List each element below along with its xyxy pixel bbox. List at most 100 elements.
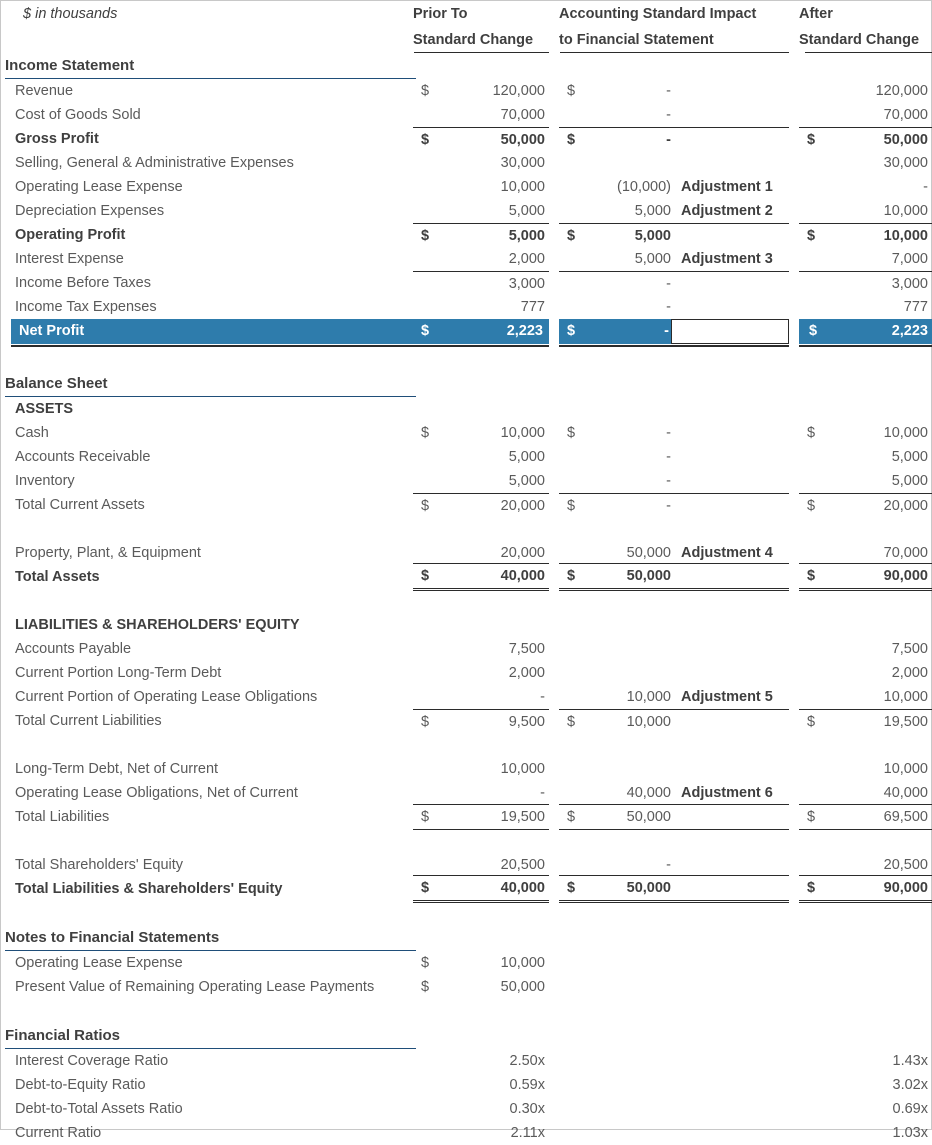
table-row-accounts-receivable: Accounts Receivable 5,000 - 5,000 (1, 445, 931, 469)
value-prior: 2,223 (419, 319, 543, 344)
value-prior: 50,000 (413, 128, 549, 152)
value-impact: - (559, 79, 671, 103)
section-notes: Notes to Financial Statements (1, 925, 931, 951)
value-prior: 10,000 (413, 757, 549, 781)
row-label: Total Current Assets (15, 497, 145, 513)
table-row-gross-profit: Gross Profit $50,000 $- $50,000 (1, 127, 931, 151)
table-row-note-present-value: Present Value of Remaining Operating Lea… (1, 975, 931, 999)
table-row-total-current-assets: Total Current Assets $20,000 $- $20,000 (1, 493, 931, 517)
value-prior: 0.30x (413, 1097, 549, 1121)
value-after: 90,000 (799, 564, 932, 588)
value-prior: 5,000 (413, 199, 549, 223)
value-after: 5,000 (799, 469, 932, 493)
table-row-sga: Selling, General & Administrative Expens… (1, 151, 931, 175)
spacer-before-equity (1, 829, 931, 853)
value-after: 7,500 (799, 637, 932, 661)
currency-symbol: $ (421, 568, 429, 584)
currency-symbol: $ (807, 568, 815, 584)
value-impact: 50,000 (559, 564, 671, 588)
value-after: 20,500 (799, 853, 932, 877)
value-prior: - (413, 781, 549, 805)
row-label: Property, Plant, & Equipment (15, 545, 201, 561)
currency-symbol: $ (567, 880, 575, 896)
currency-symbol: $ (421, 955, 429, 971)
row-label: Present Value of Remaining Operating Lea… (15, 979, 374, 995)
table-row-total-current-liabilities: Total Current Liabilities $9,500 $10,000… (1, 709, 931, 733)
value-impact: 50,000 (559, 541, 671, 565)
value-after: 30,000 (799, 151, 932, 175)
value-after: 70,000 (799, 541, 932, 565)
currency-symbol: $ (567, 498, 575, 514)
financial-statement-sheet: $ in thousands Prior To Accounting Stand… (0, 0, 932, 1130)
header-prior-line1: Prior To (413, 2, 549, 27)
value-after: 40,000 (799, 781, 932, 805)
row-label: Gross Profit (15, 131, 99, 147)
spacer-current-liabilities (1, 733, 931, 757)
currency-symbol: $ (567, 425, 575, 441)
value-prior: 10,000 (413, 951, 549, 975)
table-row-current-ratio: Current Ratio 2.11x 1.03x (1, 1121, 931, 1145)
value-prior: 20,000 (413, 541, 549, 565)
header-row-2: Standard Change to Financial Statement S… (1, 27, 931, 53)
value-impact: - (559, 128, 671, 152)
value-after: 7,000 (799, 247, 932, 271)
currency-symbol: $ (567, 132, 575, 148)
value-impact: - (559, 853, 671, 877)
value-prior: 2,000 (413, 661, 549, 685)
value-after: 1.03x (799, 1121, 932, 1145)
table-row-cash: Cash $10,000 $- $10,000 (1, 421, 931, 445)
value-prior: 3,000 (413, 272, 549, 296)
row-label: Operating Profit (15, 227, 125, 243)
value-after: 2,223 (807, 319, 928, 344)
table-row-operating-lease-obligations: Operating Lease Obligations, Net of Curr… (1, 781, 931, 805)
currency-symbol: $ (567, 83, 575, 99)
value-prior: 0.59x (413, 1073, 549, 1097)
value-impact: - (559, 272, 671, 296)
value-impact: - (559, 494, 671, 518)
value-after: 2,000 (799, 661, 932, 685)
section-balance-sheet: Balance Sheet (1, 371, 931, 397)
value-prior: 20,000 (413, 494, 549, 518)
currency-symbol: $ (807, 498, 815, 514)
value-impact: (10,000) (559, 175, 671, 199)
adjustment-label: Adjustment 4 (681, 545, 773, 561)
value-impact: - (567, 319, 669, 344)
row-label: Total Assets (15, 569, 100, 585)
value-after: 10,000 (799, 421, 932, 445)
value-impact: 5,000 (559, 199, 671, 223)
value-after: 10,000 (799, 685, 932, 709)
table-row-total-assets: Total Assets $40,000 $50,000 $90,000 (1, 565, 931, 589)
spacer-assets (1, 517, 931, 541)
value-after: 120,000 (799, 79, 932, 103)
value-prior: 2.11x (413, 1121, 549, 1145)
value-prior: 40,000 (413, 564, 549, 588)
value-after: 1.43x (799, 1049, 932, 1073)
row-label: Current Portion Long-Term Debt (15, 665, 221, 681)
value-prior: 70,000 (413, 103, 549, 127)
header-impact-line1: Accounting Standard Impact (559, 2, 789, 27)
table-row-note-operating-lease-expense: Operating Lease Expense $10,000 (1, 951, 931, 975)
value-after: 90,000 (799, 876, 932, 900)
adjustment-label: Adjustment 1 (681, 179, 773, 195)
value-impact: 5,000 (559, 247, 671, 271)
value-prior: 2.50x (413, 1049, 549, 1073)
spacer-before-notes (1, 901, 931, 925)
table-row-total-shareholders-equity: Total Shareholders' Equity 20,500 - 20,5… (1, 853, 931, 877)
value-prior: - (413, 685, 549, 709)
table-row-debt-to-equity-ratio: Debt-to-Equity Ratio 0.59x 3.02x (1, 1073, 931, 1097)
value-after: 10,000 (799, 757, 932, 781)
value-prior: 7,500 (413, 637, 549, 661)
currency-symbol: $ (567, 228, 575, 244)
value-after: 777 (799, 295, 932, 319)
section-title: Notes to Financial Statements (1, 925, 219, 951)
currency-symbol: $ (807, 880, 815, 896)
value-prior: 777 (413, 295, 549, 319)
value-prior: 5,000 (413, 445, 549, 469)
currency-symbol: $ (421, 228, 429, 244)
table-row-operating-lease-expense: Operating Lease Expense 10,000 (10,000)A… (1, 175, 931, 199)
value-impact: 10,000 (559, 685, 671, 709)
currency-symbol: $ (807, 809, 815, 825)
row-label: Operating Lease Obligations, Net of Curr… (15, 785, 298, 801)
currency-symbol: $ (421, 498, 429, 514)
adjustment-label: Adjustment 6 (681, 785, 773, 801)
